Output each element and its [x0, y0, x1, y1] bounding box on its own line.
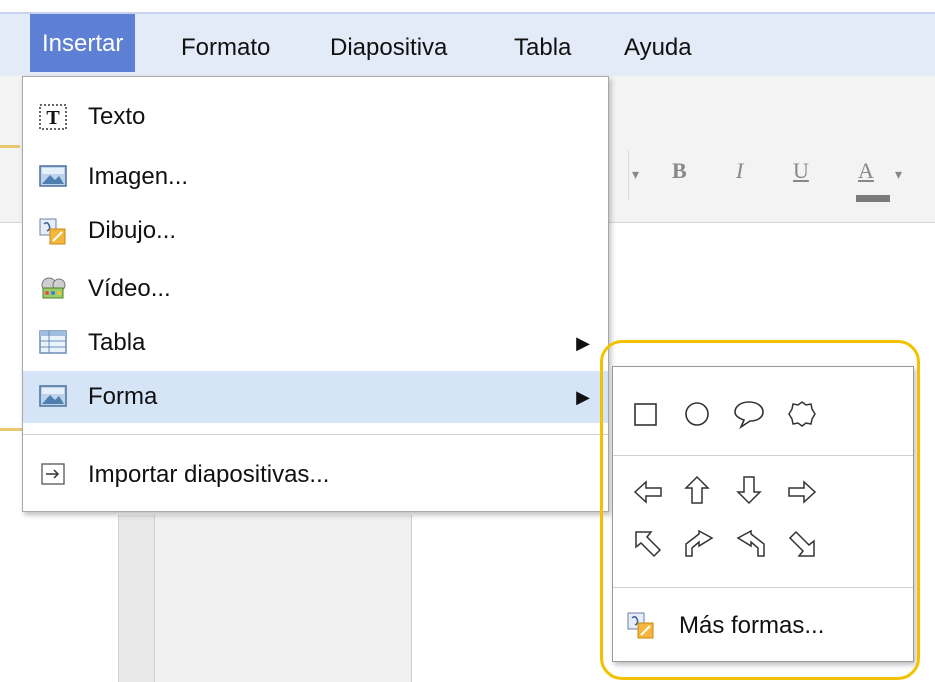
font-color-dropdown-icon[interactable]: ▾ — [895, 166, 902, 183]
menu-diapositiva[interactable]: Diapositiva — [318, 26, 459, 70]
menu-item-imagen[interactable]: Imagen... — [23, 151, 608, 203]
ruler-mark — [0, 145, 20, 148]
underline-button[interactable]: U — [793, 158, 809, 184]
menu-item-forma[interactable]: Forma ▶ — [23, 371, 608, 423]
bold-button[interactable]: B — [672, 158, 687, 184]
menu-insertar[interactable]: Insertar — [30, 14, 136, 72]
font-color-swatch — [856, 195, 890, 202]
font-color-button[interactable]: A — [858, 158, 874, 184]
menu-item-label: Texto — [88, 103, 146, 130]
menu-bar: Insertar Formato Diapositiva Tabla Ayuda — [0, 12, 935, 76]
table-icon — [39, 330, 67, 354]
menu-item-dibujo[interactable]: Dibujo... — [23, 205, 608, 257]
submenu-arrow-icon: ▶ — [576, 333, 590, 353]
drawing-icon — [39, 218, 67, 245]
insert-menu: T Texto Imagen... Dibujo... Vídeo... Tab… — [22, 76, 609, 512]
import-icon — [39, 462, 67, 486]
menu-formato[interactable]: Formato — [169, 26, 282, 70]
ruler-mark — [0, 428, 22, 431]
shape-icon — [39, 384, 67, 408]
font-dropdown-arrow-icon[interactable]: ▾ — [632, 166, 639, 183]
menu-item-tabla[interactable]: Tabla ▶ — [23, 317, 608, 369]
svg-text:T: T — [46, 107, 60, 129]
menu-divider — [23, 434, 608, 435]
italic-button[interactable]: I — [736, 158, 743, 184]
image-icon — [39, 164, 67, 188]
menu-item-importar-diapositivas[interactable]: Importar diapositivas... — [23, 449, 608, 501]
menu-item-label: Dibujo... — [88, 217, 177, 244]
slide-thumbnail[interactable] — [154, 515, 412, 682]
menu-item-label: Vídeo... — [88, 275, 171, 302]
menu-item-label: Tabla — [88, 329, 146, 356]
menu-item-label: Forma — [88, 383, 158, 410]
menu-tabla[interactable]: Tabla — [502, 26, 583, 70]
filmstrip-gutter — [118, 515, 155, 682]
callout-highlight-ring — [600, 340, 920, 680]
menu-item-texto[interactable]: T Texto — [23, 91, 608, 143]
menu-item-label: Importar diapositivas... — [88, 461, 330, 488]
menu-item-video[interactable]: Vídeo... — [23, 263, 608, 315]
toolbar-separator — [628, 150, 629, 200]
text-box-icon: T — [39, 104, 67, 130]
menu-ayuda[interactable]: Ayuda — [612, 26, 704, 70]
menu-item-label: Imagen... — [88, 163, 189, 190]
video-icon — [39, 276, 67, 300]
submenu-arrow-icon: ▶ — [576, 387, 590, 407]
